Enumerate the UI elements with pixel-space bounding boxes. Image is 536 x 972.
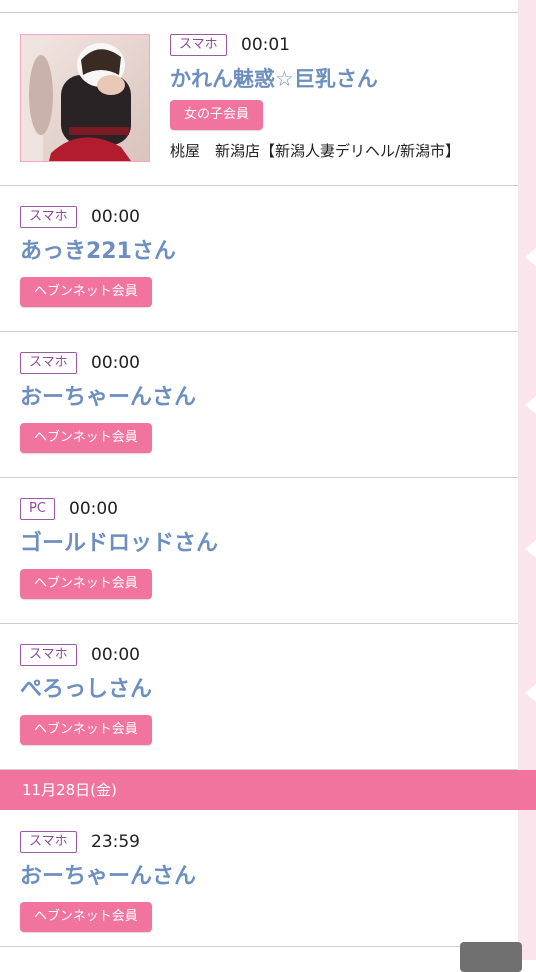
access-time: 00:00 — [69, 499, 118, 519]
rail-notch — [525, 396, 536, 414]
device-tag: スマホ — [20, 831, 77, 853]
visitor-name[interactable]: おーちゃーんさん — [20, 383, 196, 413]
scroll-top-button[interactable] — [460, 942, 522, 972]
date-header: 11月28日(金) — [0, 770, 536, 810]
visitor-name[interactable]: ゴールドロッドさん — [20, 529, 218, 559]
footprint-entry[interactable]: スマホ 00:00 あっき221さん ヘブンネット会員 — [0, 186, 518, 332]
footprint-entry[interactable]: スマホ 23:59 おーちゃーんさん ヘブンネット会員 — [0, 811, 518, 947]
member-badge: ヘブンネット会員 — [20, 715, 152, 745]
member-badge: ヘブンネット会員 — [20, 569, 152, 599]
footprint-entry[interactable]: スマホ 00:00 ぺろっしさん ヘブンネット会員 — [0, 624, 518, 770]
profile-photo[interactable] — [20, 34, 150, 162]
access-time: 00:01 — [241, 35, 290, 55]
device-tag: スマホ — [20, 352, 77, 374]
side-decoration-rail — [518, 0, 536, 960]
visitor-name[interactable]: あっき221さん — [20, 237, 176, 267]
device-tag: スマホ — [20, 644, 77, 666]
device-tag: スマホ — [20, 206, 77, 228]
access-time: 00:00 — [91, 207, 140, 227]
footprint-entry[interactable]: スマホ 00:01 かれん魅惑☆巨乳さん 女の子会員 桃屋 新潟店【新潟人妻デリ… — [0, 13, 518, 186]
member-badge: ヘブンネット会員 — [20, 277, 152, 307]
visitor-name[interactable]: かれん魅惑☆巨乳さん — [170, 64, 378, 94]
member-badge: 女の子会員 — [170, 100, 264, 130]
access-time: 00:00 — [91, 353, 140, 373]
rail-notch — [525, 540, 536, 558]
visitor-name[interactable]: ぺろっしさん — [20, 675, 152, 705]
access-time: 00:00 — [91, 645, 140, 665]
member-badge: ヘブンネット会員 — [20, 902, 152, 932]
member-badge: ヘブンネット会員 — [20, 423, 152, 453]
footprint-entry[interactable]: スマホ 00:00 おーちゃーんさん ヘブンネット会員 — [0, 332, 518, 478]
rail-notch — [525, 248, 536, 266]
shop-name[interactable]: 桃屋 新潟店【新潟人妻デリヘル/新潟市】 — [170, 140, 460, 162]
footprint-entry[interactable]: PC 00:00 ゴールドロッドさん ヘブンネット会員 — [0, 478, 518, 624]
profile-photo-image — [21, 35, 149, 161]
device-tag: PC — [20, 498, 55, 520]
access-time: 23:59 — [91, 832, 140, 852]
date-header-label: 11月28日(金) — [22, 781, 117, 799]
device-tag: スマホ — [170, 34, 227, 56]
rail-notch — [525, 684, 536, 702]
visitor-name[interactable]: おーちゃーんさん — [20, 862, 196, 892]
